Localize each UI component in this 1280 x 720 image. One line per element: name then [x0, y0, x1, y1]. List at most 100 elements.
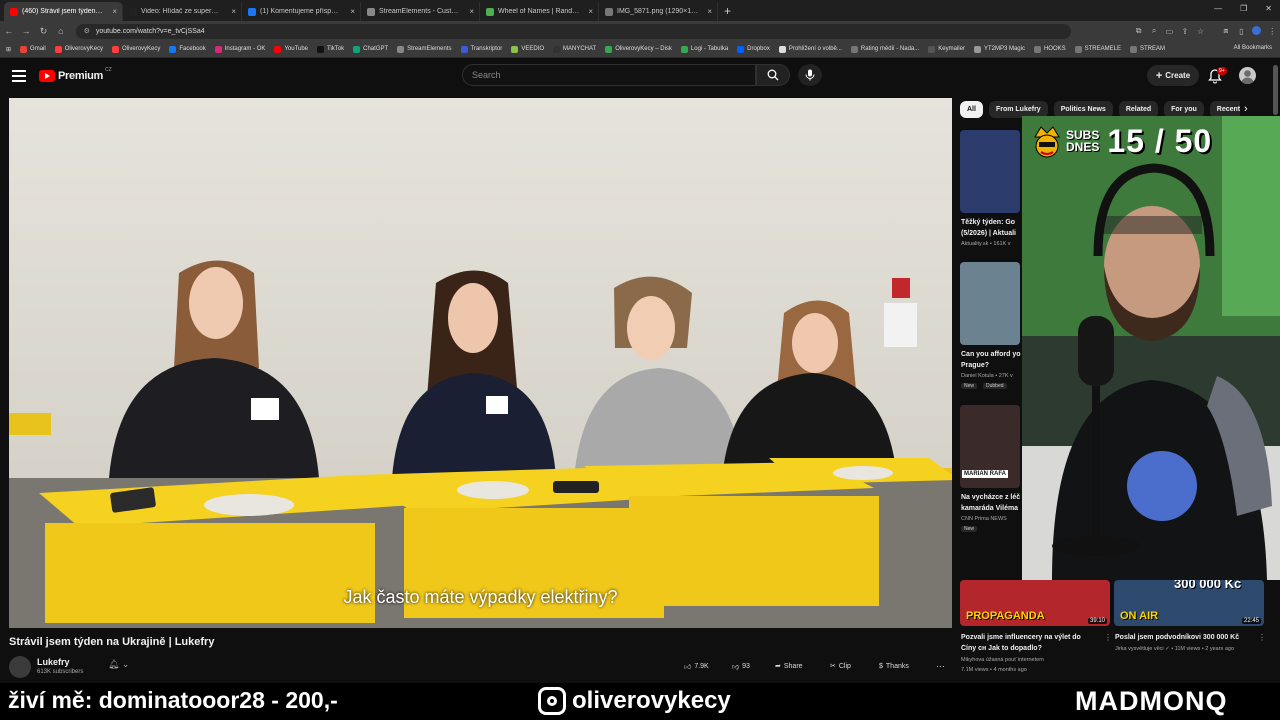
bookmark-favicon-icon	[112, 45, 120, 53]
zoom-icon[interactable]: ⌕	[1146, 26, 1161, 36]
browser-menu-icon[interactable]: ⋮	[1265, 27, 1280, 36]
video-thumbnail[interactable]	[960, 130, 1020, 213]
tab-close-icon[interactable]: ×	[231, 7, 236, 16]
bookmark-item[interactable]: Facebook	[169, 45, 206, 53]
bookmark-item[interactable]: HOOKS	[1033, 45, 1066, 53]
video-card-title-line2[interactable]: Číny сн Jak to dopadlo?	[961, 644, 1101, 654]
tab-4[interactable]: Wheel of Names | Random nam ×	[480, 2, 599, 21]
bookmark-item[interactable]: Keymailer	[928, 45, 965, 53]
forward-icon[interactable]: →	[17, 26, 34, 36]
video-card-menu-icon[interactable]: ⋮	[1258, 633, 1266, 642]
bookmark-favicon-icon	[553, 45, 560, 53]
share-icon[interactable]: ⇪	[1177, 27, 1192, 36]
bookmark-item[interactable]: STREAM	[1129, 45, 1165, 53]
url-text: youtube.com/watch?v=e_tvCjSSa4	[95, 27, 205, 35]
tab-close-icon[interactable]: ×	[469, 7, 474, 16]
sidepanel-icon[interactable]: ▯	[1234, 27, 1249, 36]
bookmark-item[interactable]: Transkriptor	[460, 45, 502, 53]
video-card-title[interactable]: Pozvali jsme influencery na výlet do	[961, 633, 1101, 643]
translate-icon[interactable]: ⧉	[1131, 26, 1146, 36]
bookmark-favicon-icon	[317, 45, 325, 53]
share-button[interactable]: ➦ Share	[775, 657, 803, 675]
bookmark-item[interactable]: OliverovyKecy	[112, 45, 160, 53]
scissors-icon: ✂	[830, 663, 836, 670]
tab-2[interactable]: (1) Komentujeme příspěvky de ×	[242, 2, 361, 21]
profile-icon[interactable]	[1249, 25, 1264, 37]
minimize-icon[interactable]: —	[1214, 4, 1222, 13]
url-field[interactable]: ⚙ youtube.com/watch?v=e_tvCjSSa4	[75, 23, 1071, 39]
more-actions-button[interactable]: ···	[936, 657, 945, 675]
back-icon[interactable]: ←	[0, 26, 17, 36]
bookmark-item[interactable]: VEEDIO	[511, 45, 544, 53]
video-thumbnail[interactable]	[960, 262, 1020, 345]
video-card-title[interactable]: Těžký týden: Go	[961, 218, 1023, 228]
video-card-title[interactable]: Poslal jsem podvodníkovi 300 000 Kč	[1115, 633, 1255, 643]
bookmark-item[interactable]: Instagram - OK	[214, 45, 265, 53]
bookmark-item[interactable]: OliverovyKecy	[54, 45, 103, 53]
video-thumbnail[interactable]: MARIAN RAFA	[960, 405, 1020, 488]
voice-search-button[interactable]	[798, 64, 822, 86]
thumbnail-caption: PROPAGANDA	[966, 610, 1045, 622]
apps-icon[interactable]: ⊞	[6, 46, 11, 53]
tab-1[interactable]: Video: Hlídač ze supermarketu ×	[123, 2, 242, 21]
tab-0[interactable]: (460) Strávil jsem týden na ×	[4, 2, 123, 21]
video-card-title-line2[interactable]: Prague?	[961, 361, 1023, 371]
site-info-icon[interactable]: ⚙	[84, 27, 90, 35]
page-scrollbar[interactable]	[1273, 65, 1278, 115]
tab-close-icon[interactable]: ×	[588, 7, 593, 16]
video-card-title[interactable]: Can you afford yo	[961, 350, 1023, 360]
extensions-icon[interactable]: ⧈	[1218, 26, 1233, 36]
video-card-title-line2[interactable]: (5/2026) | Aktuali	[961, 229, 1023, 239]
bookmark-item[interactable]: ChatGPT	[353, 45, 388, 53]
bookmark-item[interactable]: STREAMELE	[1074, 45, 1121, 53]
all-bookmarks[interactable]: All Bookmarks	[1234, 45, 1272, 51]
bookmark-item[interactable]: Logi - Tabulka	[680, 45, 728, 53]
bookmark-star-icon[interactable]: ☆	[1193, 27, 1208, 36]
tab-close-icon[interactable]: ×	[112, 7, 117, 16]
chip-0[interactable]: All	[960, 101, 983, 118]
hamburger-menu-icon[interactable]	[12, 70, 26, 82]
video-thumbnail[interactable]: ON AIR 300 000 Kč 22:45	[1114, 580, 1264, 626]
bookmark-item[interactable]: YT2MP3 Magic	[973, 45, 1025, 53]
bookmark-item[interactable]: Dropbox	[737, 45, 770, 53]
tab-5[interactable]: IMG_5871.png (1290×1253) ×	[599, 2, 718, 21]
maximize-icon[interactable]: ❐	[1240, 4, 1247, 13]
thanks-button[interactable]: $ Thanks	[879, 657, 909, 675]
dislike-button[interactable]: 👎︎ 93	[732, 657, 750, 675]
search-input[interactable]: Search	[462, 64, 756, 86]
tab-close-icon[interactable]: ×	[350, 7, 355, 16]
bookmark-favicon-icon	[460, 45, 468, 53]
bookmark-item[interactable]: TikTok	[317, 45, 344, 53]
subscription-bell-icon[interactable]: 🔔︎ ⌄	[108, 659, 129, 670]
video-thumbnail[interactable]: PROPAGANDA 39:10	[960, 580, 1110, 626]
channel-name[interactable]: Lukefry	[37, 657, 70, 667]
youtube-logo[interactable]: Premium CZ	[39, 67, 112, 82]
bookmark-item[interactable]: MANYCHAT	[553, 45, 596, 53]
bookmark-item[interactable]: Gmail	[20, 45, 46, 53]
video-card-menu-icon[interactable]: ⋮	[1104, 633, 1112, 642]
video-player[interactable]: Jak často máte výpadky elektřiny?	[9, 98, 952, 628]
chips-next-icon[interactable]: ›	[1244, 103, 1248, 115]
video-card-title[interactable]: Na vycházce z léč	[961, 493, 1023, 503]
bookmark-item[interactable]: YouTube	[274, 45, 308, 53]
cast-icon[interactable]: ▭	[1162, 27, 1177, 36]
bookmark-item[interactable]: OliverovyKecy – Disk	[605, 45, 672, 53]
bookmark-item[interactable]: StreamElements	[397, 45, 452, 53]
video-card-title-line2[interactable]: kamaráda Viléma	[961, 504, 1023, 514]
channel-avatar[interactable]	[9, 656, 31, 678]
home-icon[interactable]: ⌂	[52, 26, 69, 36]
tab-close-icon[interactable]: ×	[707, 7, 712, 16]
tab-3[interactable]: StreamElements - Custom com ×	[361, 2, 480, 21]
bookmark-item[interactable]: Rating médií - Nada...	[850, 45, 919, 53]
create-button[interactable]: + Create	[1147, 65, 1199, 86]
reload-icon[interactable]: ↻	[35, 26, 52, 37]
search-button[interactable]	[756, 64, 790, 86]
like-button[interactable]: 👍︎ 7.9K	[684, 657, 709, 675]
tab-label: (1) Komentujeme příspěvky de	[260, 8, 342, 15]
clip-button[interactable]: ✂ Clip	[830, 657, 851, 675]
bookmark-item[interactable]: Prohlížení o volbě...	[778, 45, 842, 53]
mascot-icon	[1034, 126, 1060, 158]
close-window-icon[interactable]: ✕	[1265, 4, 1272, 13]
account-avatar[interactable]	[1239, 67, 1256, 84]
new-tab-button[interactable]: +	[724, 2, 731, 21]
